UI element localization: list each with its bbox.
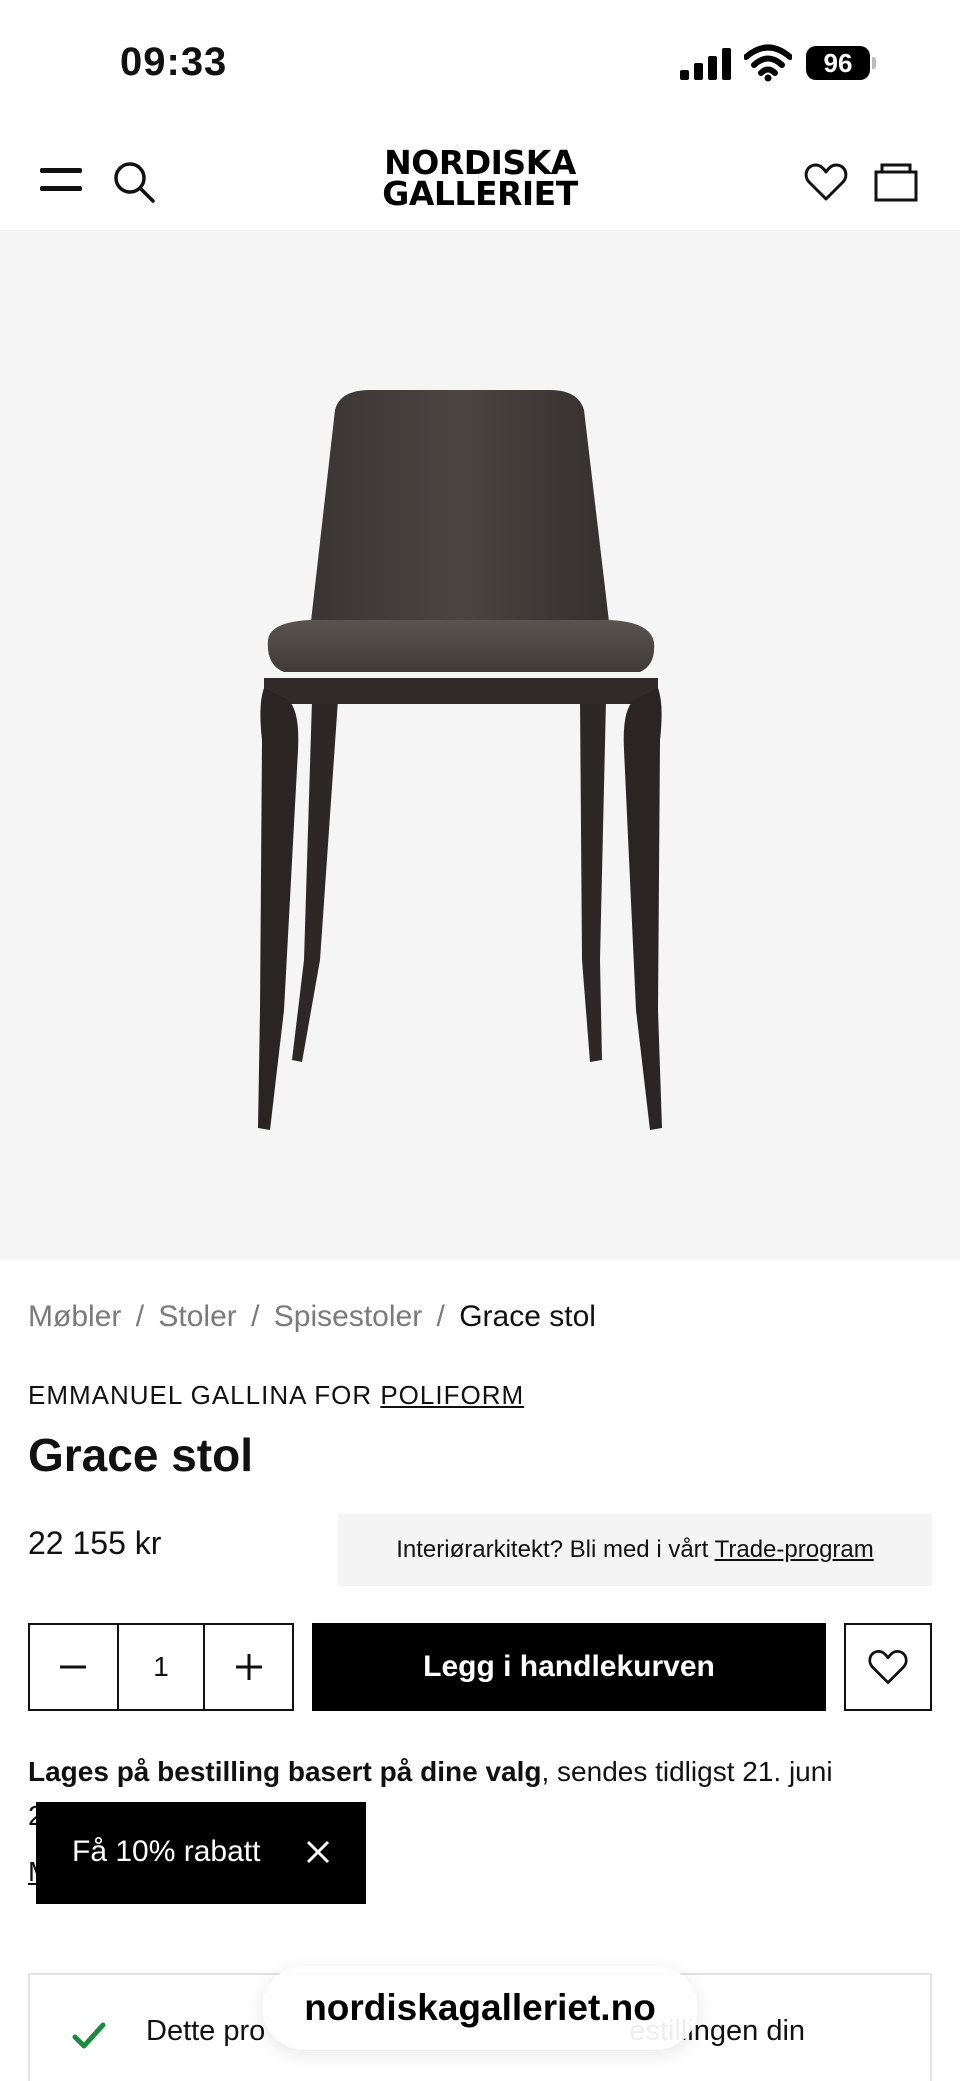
- info-text-start: Dette pro: [146, 2015, 266, 2047]
- designer-line: EMMANUEL GALLINA FOR POLIFORM: [28, 1380, 524, 1411]
- check-icon: [72, 2022, 106, 2049]
- quantity-value[interactable]: 1: [116, 1625, 206, 1709]
- status-bar: 09:33 96: [0, 0, 960, 130]
- cart-icon[interactable]: [872, 158, 920, 206]
- breadcrumb-item-mobler[interactable]: Møbler: [28, 1300, 121, 1333]
- chair-image: [258, 390, 662, 1130]
- status-time: 09:33: [120, 40, 228, 84]
- decrease-quantity-button[interactable]: [30, 1625, 117, 1709]
- wifi-icon: [744, 44, 792, 82]
- wishlist-button[interactable]: [844, 1623, 932, 1711]
- site-logo[interactable]: NORDISKA GALLERIET: [330, 146, 630, 213]
- breadcrumb-current: Grace stol: [459, 1300, 596, 1333]
- shipping-bold: Lages på bestilling basert på dine valg: [28, 1756, 542, 1787]
- brand-link[interactable]: POLIFORM: [380, 1380, 524, 1410]
- heart-icon: [868, 1650, 908, 1684]
- logo-line-2: GALLERIET: [382, 174, 578, 213]
- add-to-cart-button[interactable]: Legg i handlekurven: [312, 1623, 826, 1711]
- product-image[interactable]: [0, 230, 960, 1260]
- trade-program-link[interactable]: Trade-program: [715, 1536, 874, 1563]
- increase-quantity-button[interactable]: [205, 1625, 292, 1709]
- menu-icon[interactable]: [40, 166, 84, 196]
- quantity-stepper: 1: [28, 1623, 294, 1711]
- breadcrumb-item-stoler[interactable]: Stoler: [158, 1300, 236, 1333]
- breadcrumb-separator: /: [436, 1300, 445, 1333]
- discount-label: Få 10% rabatt: [72, 1835, 261, 1868]
- battery-tip: [872, 57, 876, 69]
- battery-level: 96: [806, 46, 870, 80]
- designer-prefix: EMMANUEL GALLINA FOR: [28, 1380, 381, 1410]
- battery-icon: 96: [806, 46, 876, 80]
- breadcrumb-separator: /: [251, 1300, 260, 1333]
- breadcrumb: Møbler / Stoler / Spisestoler / Grace st…: [28, 1300, 596, 1334]
- search-icon[interactable]: [110, 158, 158, 206]
- product-title: Grace stol: [28, 1429, 253, 1481]
- plus-icon: [235, 1654, 262, 1680]
- url-bar[interactable]: nordiskagalleriet.no: [262, 1966, 698, 2050]
- heart-icon[interactable]: [802, 158, 850, 206]
- breadcrumb-item-spisestoler[interactable]: Spisestoler: [274, 1300, 422, 1333]
- trade-text: Interiørarkitekt? Bli med i vårt: [396, 1536, 715, 1563]
- trade-program-banner: Interiørarkitekt? Bli med i vårt Trade-p…: [338, 1514, 932, 1586]
- discount-popup[interactable]: Få 10% rabatt: [36, 1802, 366, 1904]
- site-header: NORDISKA GALLERIET: [0, 130, 960, 230]
- signal-icon: [680, 48, 731, 80]
- close-icon[interactable]: [302, 1836, 334, 1868]
- minus-icon: [60, 1665, 87, 1669]
- breadcrumb-separator: /: [135, 1300, 145, 1333]
- shipping-rest: , sendes tidligst 21. juni: [541, 1756, 833, 1787]
- product-price: 22 155 kr: [28, 1525, 162, 1561]
